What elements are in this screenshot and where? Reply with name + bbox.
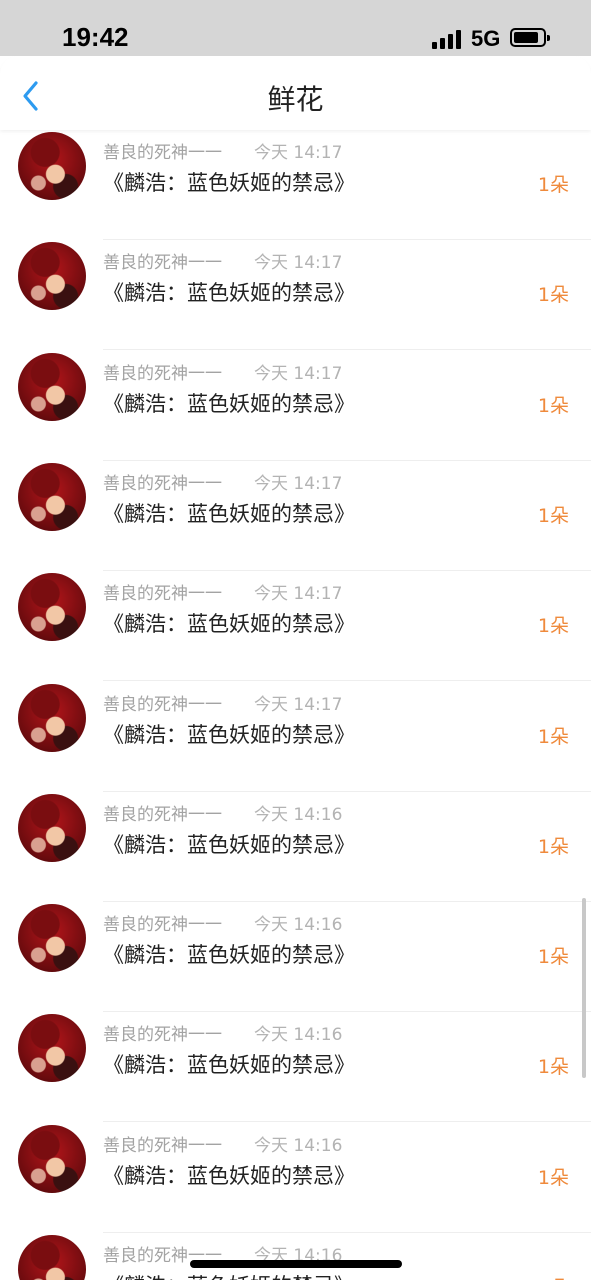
send-time: 今天 14:17 <box>254 143 343 163</box>
sender-name: 善良的死神一一 <box>103 473 222 494</box>
network-label: 5G <box>471 26 501 51</box>
send-time: 今天 14:17 <box>254 584 343 605</box>
page-title: 鲜花 <box>267 83 324 116</box>
flower-count: 1朵 <box>537 284 569 307</box>
send-time: 今天 14:17 <box>254 363 343 384</box>
book-title: 《麟浩：蓝色妖姬的禁忌》 <box>103 722 355 747</box>
avatar[interactable] <box>18 793 86 862</box>
send-time: 今天 14:17 <box>254 473 343 494</box>
book-title: 《麟浩：蓝色妖姬的禁忌》 <box>103 1270 355 1280</box>
list-item[interactable]: 善良的死神一一 今天 14:17 《麟浩：蓝色妖姬的禁忌》 1朵 <box>0 461 591 571</box>
sender-name: 善良的死神一一 <box>103 363 222 384</box>
sender-name: 善良的死神一一 <box>103 694 222 715</box>
send-time: 今天 14:17 <box>254 253 343 274</box>
list-item[interactable]: 善良的死神一一 今天 14:17 《麟浩：蓝色妖姬的禁忌》 1朵 <box>0 351 591 461</box>
battery-level <box>514 32 538 43</box>
book-title: 《麟浩：蓝色妖姬的禁忌》 <box>103 1163 355 1188</box>
flower-count: 1朵 <box>537 615 569 638</box>
send-time: 今天 14:16 <box>254 804 343 825</box>
list-item[interactable]: 善良的死神一一 今天 14:17 《麟浩：蓝色妖姬的禁忌》 1朵 <box>0 130 591 240</box>
avatar[interactable] <box>18 352 86 421</box>
list-item[interactable]: 善良的死神一一 今天 14:16 《麟浩：蓝色妖姬的禁忌》 1朵 <box>0 792 591 902</box>
flower-count: 1朵 <box>537 835 569 858</box>
sender-name: 善良的死神一一 <box>103 915 222 936</box>
avatar[interactable] <box>18 1235 86 1280</box>
battery-icon <box>510 28 550 47</box>
list-item[interactable]: 善良的死神一一 今天 14:16 《麟浩：蓝色妖姬的禁忌》 1朵 <box>0 1012 591 1123</box>
avatar[interactable] <box>18 132 86 200</box>
avatar[interactable] <box>18 683 86 752</box>
book-title: 《麟浩：蓝色妖姬的禁忌》 <box>103 391 355 416</box>
list-item[interactable]: 善良的死神一一 今天 14:16 《麟浩：蓝色妖姬的禁忌》 1朵 <box>0 1123 591 1233</box>
list-item[interactable]: 善良的死神一一 今天 14:17 《麟浩：蓝色妖姬的禁忌》 1朵 <box>0 682 591 792</box>
flower-count: 1朵 <box>537 1166 569 1189</box>
avatar[interactable] <box>18 1014 86 1083</box>
list-item[interactable]: 善良的死神一一今天 14:16《麟浩：蓝色妖姬的禁忌》1朵 <box>0 1233 591 1280</box>
flower-count: 1朵 <box>538 1273 569 1280</box>
book-title: 《麟浩：蓝色妖姬的禁忌》 <box>103 612 355 637</box>
list-item[interactable]: 善良的死神一一 今天 14:17 《麟浩：蓝色妖姬的禁忌》 1朵 <box>0 240 591 351</box>
nav-bar: 鲜花 <box>0 56 591 130</box>
sender-name: 善良的死神一一 <box>103 1135 222 1156</box>
flower-count: 1朵 <box>537 1056 569 1079</box>
send-time: 今天 14:17 <box>254 694 343 715</box>
book-title: 《麟浩：蓝色妖姬的禁忌》 <box>103 832 355 857</box>
sender-name: 善良的死神一一 <box>103 253 222 274</box>
send-time: 今天 14:16 <box>254 1135 343 1156</box>
scrollbar[interactable] <box>582 898 586 1078</box>
list-item[interactable]: 善良的死神一一 今天 14:16 《麟浩：蓝色妖姬的禁忌》 1朵 <box>0 902 591 1013</box>
status-time: 19:42 <box>62 22 129 52</box>
flower-count: 1朵 <box>537 946 569 969</box>
flower-count: 1朵 <box>537 504 569 527</box>
list-item[interactable]: 善良的死神一一 今天 14:17 《麟浩：蓝色妖姬的禁忌》 1朵 <box>0 571 591 682</box>
sender-name: 善良的死神一一 <box>103 804 222 825</box>
flower-record-list[interactable]: 善良的死神一一 今天 14:17 《麟浩：蓝色妖姬的禁忌》 1朵 善良的死神一一 今天 1… <box>0 130 591 1280</box>
flower-count: 1朵 <box>537 174 569 196</box>
avatar[interactable] <box>18 1124 86 1193</box>
book-title: 《麟浩：蓝色妖姬的禁忌》 <box>103 1053 355 1078</box>
avatar[interactable] <box>18 242 86 311</box>
avatar[interactable] <box>18 462 86 531</box>
sender-name: 善良的死神一一 <box>103 584 222 605</box>
status-bar: 19:42 5G <box>0 0 591 56</box>
home-indicator[interactable] <box>190 1260 402 1268</box>
send-time: 今天 14:16 <box>254 915 343 936</box>
sender-name: 善良的死神一一 <box>103 1025 222 1046</box>
flower-count: 1朵 <box>537 725 569 748</box>
book-title: 《麟浩：蓝色妖姬的禁忌》 <box>103 943 355 968</box>
avatar[interactable] <box>18 573 86 642</box>
book-title: 《麟浩：蓝色妖姬的禁忌》 <box>103 281 355 306</box>
avatar[interactable] <box>18 904 86 973</box>
book-title: 《麟浩：蓝色妖姬的禁忌》 <box>103 171 355 195</box>
send-time: 今天 14:16 <box>254 1025 343 1046</box>
signal-icon <box>432 29 462 49</box>
flower-count: 1朵 <box>537 394 569 417</box>
sender-name: 善良的死神一一 <box>103 143 222 163</box>
book-title: 《麟浩：蓝色妖姬的禁忌》 <box>103 501 355 526</box>
